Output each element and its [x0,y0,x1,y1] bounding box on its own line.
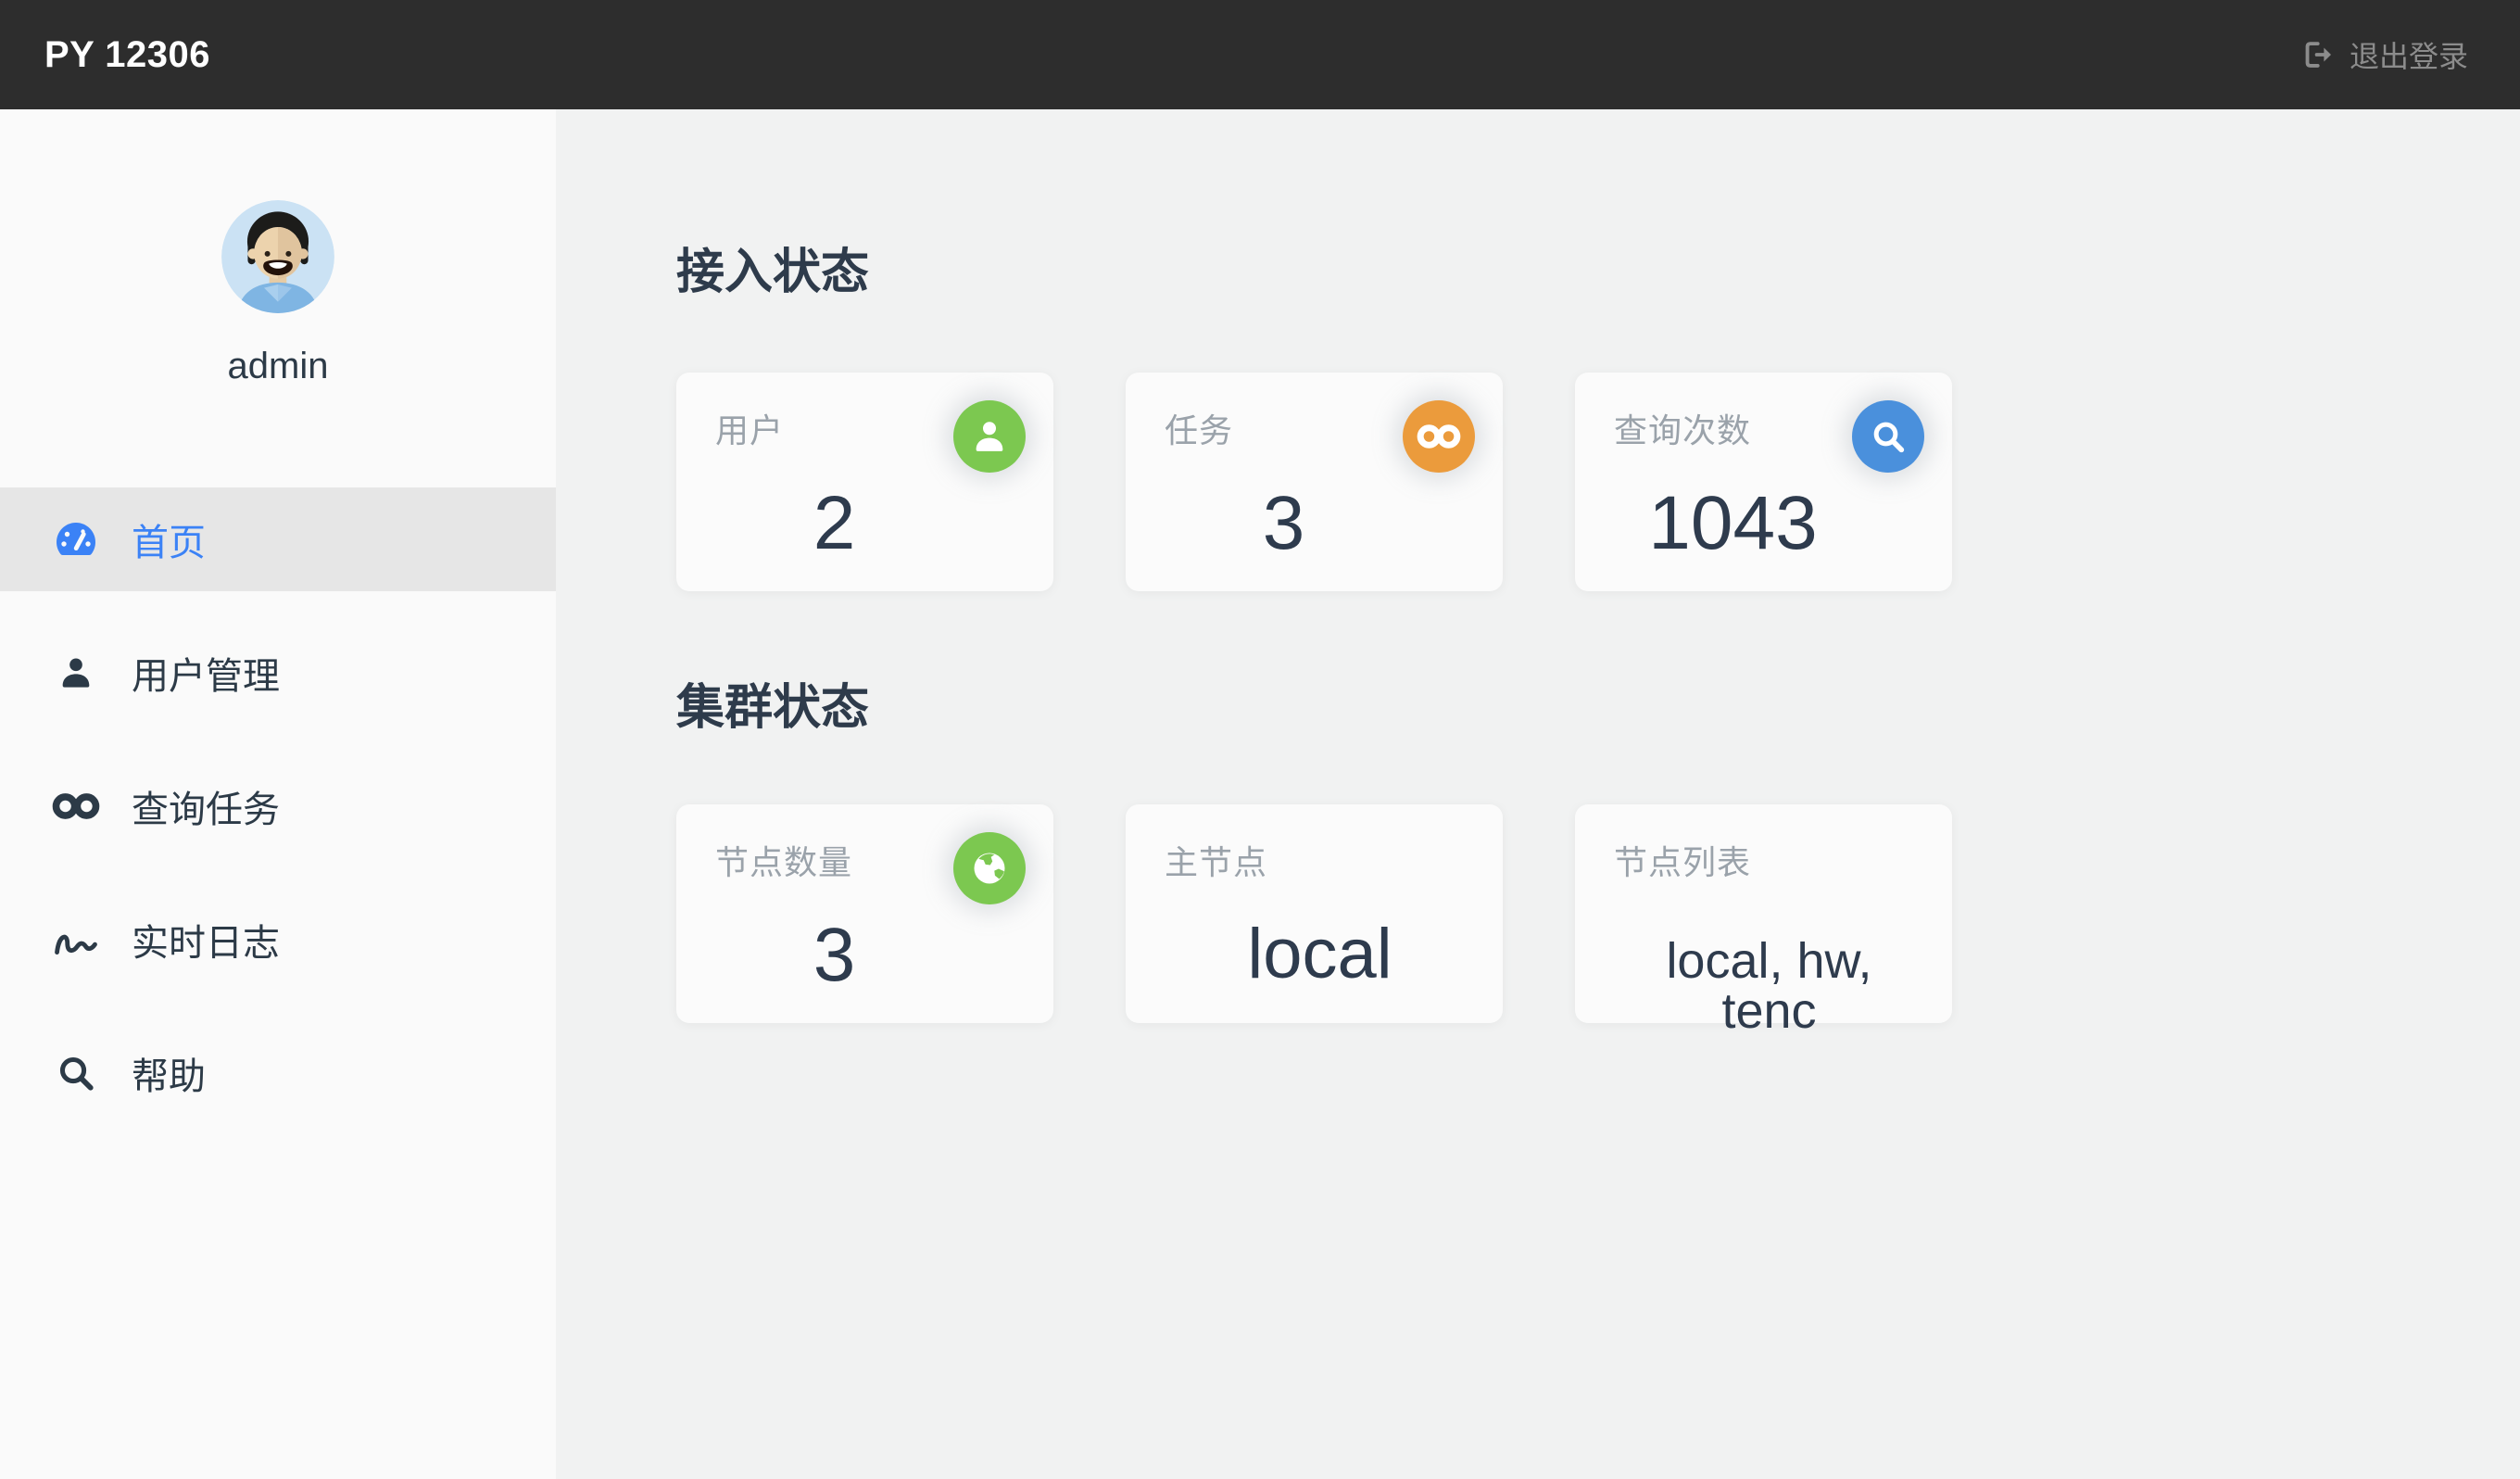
stat-card-master-node: 主节点 local [1126,804,1503,1023]
avatar [220,199,335,314]
stat-card-tasks: 任务 3 [1126,373,1503,591]
sidebar-item-label: 实时日志 [132,923,280,964]
infinity-icon [52,790,100,823]
card-value: 1043 [1648,481,1818,565]
sidebar-item-user-management[interactable]: 用户管理 [0,621,556,725]
card-value: 2 [813,481,856,565]
card-value: local [1247,915,1392,993]
app-title: PY 12306 [44,33,210,75]
card-value: 3 [813,913,856,997]
sidebar: admin 首页 用户管理 查询任务 实时日志 帮助 [0,109,556,1479]
infinity-icon [1403,400,1475,473]
search-icon [1852,400,1924,473]
user-icon [953,400,1026,473]
card-label: 节点数量 [715,843,853,881]
card-value: 3 [1262,481,1305,565]
globe-icon [953,832,1026,904]
card-label: 主节点 [1165,843,1268,881]
logout-button[interactable]: 退出登录 [2301,33,2468,76]
dashboard-icon [52,520,100,559]
signature-icon [52,920,100,959]
section-heading-cluster: 集群状态 [676,681,870,735]
card-label: 任务 [1165,411,1234,449]
sidebar-item-home[interactable]: 首页 [0,487,556,591]
user-icon [52,654,100,691]
card-label: 查询次数 [1614,411,1752,449]
stat-cards-row-access: 用户 2 任务 3 查询次数 1043 [676,373,2520,591]
card-label: 节点列表 [1614,843,1752,881]
card-label: 用户 [715,411,785,449]
topbar: PY 12306 退出登录 [0,0,2520,109]
search-icon [52,1054,100,1093]
sidebar-menu: 首页 用户管理 查询任务 实时日志 帮助 [0,487,556,1125]
sidebar-item-realtime-logs[interactable]: 实时日志 [0,888,556,992]
card-value: local, hw, tenc [1666,933,1872,1039]
main-content: 接入状态 用户 2 任务 3 查询次数 1043 集群状态 节点数量 3 主节点… [556,109,2520,1479]
stat-card-node-list: 节点列表 local, hw, tenc [1575,804,1952,1036]
section-heading-access: 接入状态 [676,246,870,299]
sign-out-icon [2301,39,2333,70]
stat-card-query-count: 查询次数 1043 [1575,373,1952,591]
sidebar-item-label: 帮助 [132,1056,206,1097]
sidebar-item-label: 首页 [132,523,206,563]
sidebar-item-query-tasks[interactable]: 查询任务 [0,754,556,858]
sidebar-item-label: 用户管理 [132,656,280,697]
stat-card-node-count: 节点数量 3 [676,804,1053,1023]
sidebar-item-help[interactable]: 帮助 [0,1021,556,1125]
logout-label: 退出登录 [2349,40,2468,73]
stat-cards-row-cluster: 节点数量 3 主节点 local 节点列表 local, hw, tenc [676,804,2520,1036]
sidebar-item-label: 查询任务 [132,790,280,830]
username: admin [227,346,329,386]
stat-card-users: 用户 2 [676,373,1053,591]
